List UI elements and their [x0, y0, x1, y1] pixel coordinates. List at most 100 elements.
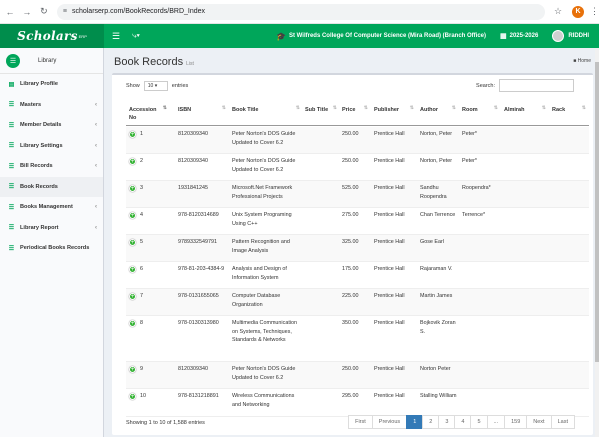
expand-row-icon[interactable]: +: [129, 266, 136, 273]
list-icon: ☰: [8, 122, 15, 129]
table-row[interactable]: +1 8120309340 Peter Norton's DOS Guide Upd…: [126, 127, 589, 154]
cell-room: Peter*: [462, 131, 477, 137]
column-header-almirah[interactable]: Almirah ⇅: [504, 100, 550, 126]
college-name: 🎓 St Wilfreds College Of Computer Scienc…: [276, 32, 486, 41]
table-row[interactable]: +2 8120309340 Peter Norton's DOS Guide Upd…: [126, 154, 589, 181]
expand-row-icon[interactable]: +: [129, 239, 136, 246]
table-row[interactable]: +5 9789332549791 Pattern Recognition and I…: [126, 235, 589, 262]
column-header-book-title[interactable]: Book Title ⇅: [232, 100, 304, 126]
logo-text: Scholars: [17, 29, 78, 43]
page-button-1[interactable]: 1: [406, 415, 424, 429]
page-length-select[interactable]: 10 ▾: [143, 81, 168, 91]
cell-title: Peter Norton's DOS Guide Updated to Cove…: [232, 366, 296, 381]
cell-author: Stalling William: [420, 393, 457, 399]
cell-isbn: 978-8120314689: [178, 212, 219, 218]
site-info-icon[interactable]: ≡: [63, 8, 67, 15]
cell-title: Pattern Recognition and Image Analysis: [232, 239, 290, 254]
table-row[interactable]: +9 8120309340 Peter Norton's DOS Guide Upd…: [126, 362, 589, 389]
cell-isbn: 978-81-203-4384-9: [178, 266, 225, 272]
sidebar-item-bill-records[interactable]: ☰ Bill Records ‹: [0, 156, 103, 177]
breadcrumb[interactable]: ■ Home: [573, 58, 591, 64]
expand-row-icon[interactable]: +: [129, 158, 136, 165]
chevron-left-icon: ‹: [95, 122, 97, 129]
page-button-2[interactable]: 2: [422, 415, 440, 429]
expand-row-icon[interactable]: +: [129, 320, 136, 327]
table-row[interactable]: +6 978-81-203-4384-9 Analysis and Design o…: [126, 262, 589, 289]
address-bar[interactable]: ≡ scholarserp.com/BookRecords/BRD_Index: [56, 3, 545, 20]
table-row[interactable]: +3 1931841245 Microsoft.Net Framework Prof…: [126, 181, 589, 208]
reload-icon[interactable]: ↻: [37, 5, 51, 19]
chevron-left-icon: ‹: [95, 101, 97, 108]
sidebar-header[interactable]: ☰ Library: [0, 48, 103, 74]
page-button-5[interactable]: 5: [470, 415, 488, 429]
cell-publisher: Prentice Hall: [374, 212, 405, 218]
cell-price: 325.00: [342, 239, 359, 245]
page-button-159[interactable]: 159: [504, 415, 528, 429]
expand-row-icon[interactable]: +: [129, 212, 136, 219]
page-button-previous[interactable]: Previous: [371, 415, 408, 429]
column-header-sub-title[interactable]: Sub Title ⇅: [305, 100, 341, 126]
expand-row-icon[interactable]: +: [129, 393, 136, 400]
profile-avatar[interactable]: K: [572, 5, 585, 18]
column-header-accession-no[interactable]: Accession No ⇅: [129, 100, 177, 126]
table-row[interactable]: +8 978-0130313980 Multimedia Communication…: [126, 316, 589, 362]
sidebar-item-masters[interactable]: ☰ Masters ‹: [0, 95, 103, 116]
app-logo[interactable]: Scholars ERP: [0, 24, 104, 48]
cell-room: Terrence*: [462, 212, 486, 218]
sidebar-item-books-management[interactable]: ☰ Books Management ‹: [0, 197, 103, 218]
table-row[interactable]: +4 978-8120314689 Unix System Programing U…: [126, 208, 589, 235]
search-input[interactable]: [499, 79, 574, 92]
page-button-3[interactable]: 3: [438, 415, 456, 429]
breadcrumb-home[interactable]: Home: [578, 58, 591, 64]
column-header-label: ISBN: [178, 107, 192, 113]
sidebar-item-library-report[interactable]: ☰ Library Report ‹: [0, 218, 103, 239]
share-icon[interactable]: ⤷▾: [132, 31, 140, 41]
back-icon[interactable]: ←: [3, 5, 17, 19]
page-title-text: Book Records: [114, 56, 184, 68]
cell-author: Norton, Peter: [420, 158, 453, 164]
search-control: Search:: [476, 79, 574, 92]
expand-row-icon[interactable]: +: [129, 131, 136, 138]
browser-menu-icon[interactable]: ⋮: [590, 6, 599, 17]
cell-publisher: Prentice Hall: [374, 158, 405, 164]
cell-isbn: 8120309340: [178, 366, 208, 372]
column-header-author[interactable]: Author ⇅: [420, 100, 460, 126]
scrollbar-thumb[interactable]: [595, 62, 599, 362]
sidebar-item-book-records[interactable]: ☰ Book Records: [0, 176, 103, 197]
column-header-publisher[interactable]: Publisher ⇅: [374, 100, 418, 126]
page-scrollbar[interactable]: [595, 48, 599, 437]
sidebar-item-label: Periodical Books Records: [20, 245, 90, 252]
sidebar-item-member-details[interactable]: ☰ Member Details ‹: [0, 115, 103, 136]
cell-author: Sandhu Roopendra: [420, 185, 447, 200]
list-icon: ☰: [8, 204, 15, 211]
hamburger-menu-icon[interactable]: ☰: [112, 31, 120, 42]
column-header-room[interactable]: Room ⇅: [462, 100, 502, 126]
page-button-next[interactable]: Next: [526, 415, 552, 429]
table-row[interactable]: +10 978-8131218891 Wireless Communications…: [126, 389, 589, 417]
expand-row-icon[interactable]: +: [129, 366, 136, 373]
page-button-last[interactable]: Last: [550, 415, 575, 429]
column-header-isbn[interactable]: ISBN ⇅: [178, 100, 230, 126]
table-info: Showing 1 to 10 of 1,588 entries: [126, 420, 205, 426]
academic-year[interactable]: ▦ 2025-2026: [500, 32, 538, 40]
cell-author: Norton, Peter: [420, 131, 453, 137]
bookmark-star-icon[interactable]: ☆: [554, 6, 562, 17]
list-icon: ☰: [8, 143, 15, 150]
list-icon: ☰: [8, 245, 15, 252]
logo-sup: ERP: [78, 33, 87, 39]
forward-icon[interactable]: →: [20, 5, 34, 19]
page-length-value: 10: [147, 83, 154, 89]
user-menu[interactable]: RIDDHI: [552, 30, 589, 42]
list-icon: ☰: [8, 184, 15, 191]
page-button-4[interactable]: 4: [454, 415, 472, 429]
table-row[interactable]: +7 978-0131655065 Computer Database Organi…: [126, 289, 589, 316]
column-header-rack[interactable]: Rack ⇅: [552, 100, 590, 126]
sidebar-item-library-settings[interactable]: ☰ Library Settings ‹: [0, 136, 103, 157]
page-button-first[interactable]: First: [348, 415, 373, 429]
sidebar-item-library-profile[interactable]: ▤ Library Profile: [0, 74, 103, 95]
column-header-price[interactable]: Price ⇅: [342, 100, 372, 126]
sidebar-item-periodical-books-records[interactable]: ☰ Periodical Books Records: [0, 238, 103, 259]
expand-row-icon[interactable]: +: [129, 293, 136, 300]
expand-row-icon[interactable]: +: [129, 185, 136, 192]
cell-acc: 5: [140, 239, 143, 245]
